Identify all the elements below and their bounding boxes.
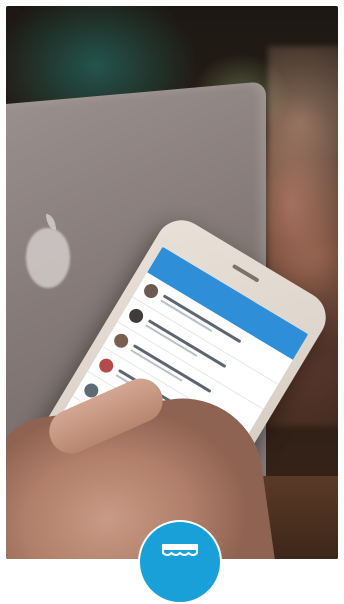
avatar: [111, 331, 131, 351]
avatar: [126, 306, 146, 326]
storefront-awning-icon: [162, 544, 198, 556]
laptop-logo-icon: [26, 228, 70, 288]
store-badge: [138, 520, 222, 604]
avatar: [96, 356, 116, 376]
photo-frame: [6, 6, 338, 559]
phone-speaker: [231, 263, 260, 283]
avatar: [141, 281, 161, 301]
